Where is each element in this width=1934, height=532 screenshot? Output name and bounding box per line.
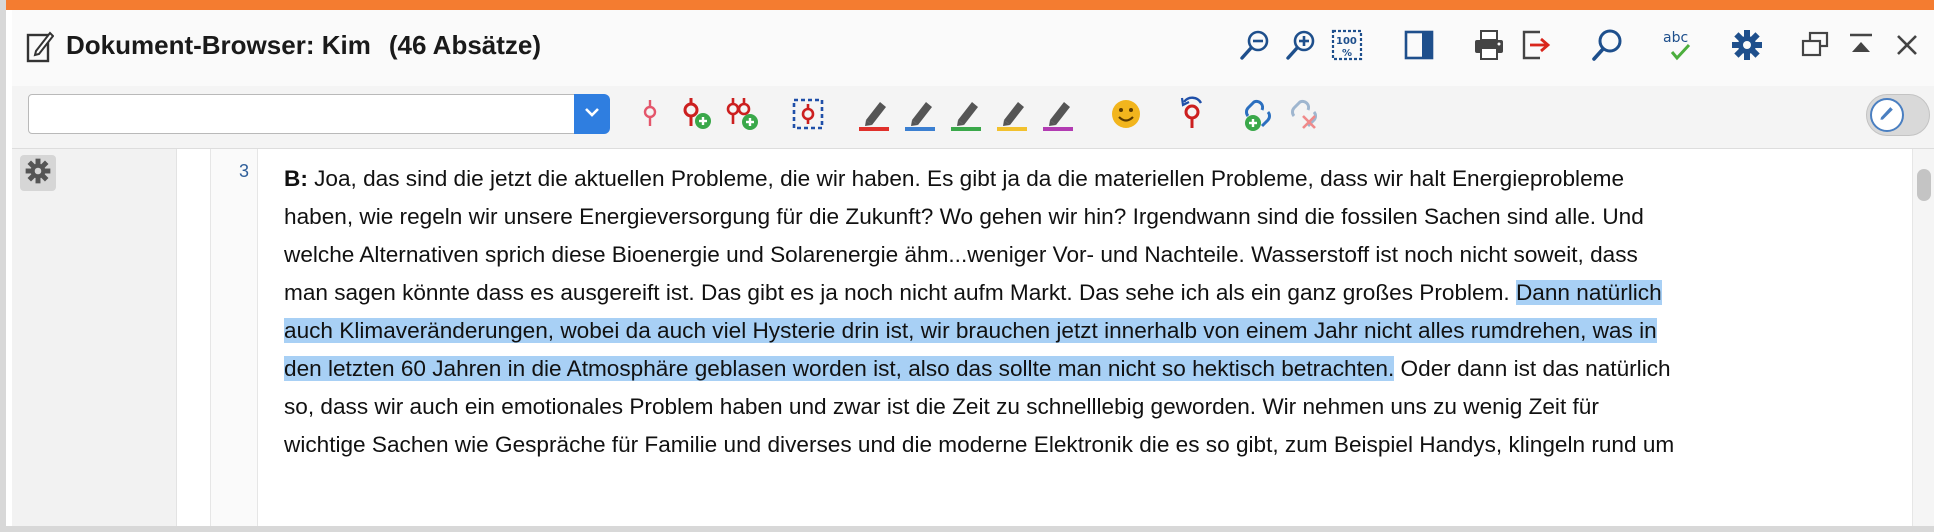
highlight-red-button[interactable]: [854, 96, 894, 136]
highlight-red-icon: [856, 96, 892, 137]
collapse-up-icon: [1844, 28, 1878, 67]
highlighted-segment: Dann natürlich: [1515, 280, 1662, 305]
text-line: so, dass wir auch ein emotionales Proble…: [284, 388, 1890, 426]
text-line: auch Klimaveränderungen, wobei da auch v…: [284, 312, 1890, 350]
paragraph-number-column: 3: [210, 149, 258, 526]
add-link-button[interactable]: [1238, 96, 1278, 136]
coding-toolbar: [12, 86, 1934, 149]
zoom-100-button[interactable]: 100%: [1324, 24, 1370, 70]
title-bar: Dokument-Browser: Kim (46 Absätze) 100% a…: [12, 10, 1934, 87]
print-button[interactable]: [1466, 24, 1512, 70]
zoom-in-icon: [1284, 28, 1318, 67]
text-segment: Joa, das sind die jetzt die aktuellen Pr…: [307, 166, 1625, 191]
remove-link-icon: [1286, 96, 1322, 137]
export-icon: [1518, 28, 1552, 67]
remove-link-button[interactable]: [1284, 96, 1324, 136]
export-button[interactable]: [1512, 24, 1558, 70]
code-stripe-area: [12, 149, 177, 526]
zoom-out-button[interactable]: [1232, 24, 1278, 70]
recent-code-button[interactable]: [1172, 96, 1212, 136]
code-dropdown-button[interactable]: [574, 94, 610, 134]
zoom-100-icon: 100%: [1330, 28, 1364, 67]
add-link-icon: [1240, 96, 1276, 137]
close-icon: [1890, 28, 1924, 67]
window-accent-bar: [6, 0, 1934, 10]
text-segment: wichtige Sachen wie Gespräche für Famili…: [284, 432, 1675, 457]
close-button[interactable]: [1884, 24, 1930, 70]
emoticon-icon: [1108, 96, 1144, 137]
undock-button[interactable]: [1792, 24, 1838, 70]
chevron-down-icon: [582, 102, 602, 127]
recent-code-icon: [1174, 96, 1210, 137]
highlight-yellow-button[interactable]: [992, 96, 1032, 136]
panel-toggle-icon: [1402, 28, 1436, 67]
pencil-icon: [1877, 103, 1897, 128]
add-code-icon: [678, 96, 714, 137]
speaker-label: B:: [284, 166, 308, 191]
emoticon-button[interactable]: [1106, 96, 1146, 136]
svg-text:100: 100: [1336, 36, 1357, 47]
text-line: B: Joa, das sind die jetzt die aktuellen…: [284, 160, 1890, 198]
scrollbar-thumb[interactable]: [1917, 169, 1931, 201]
code-selection-icon: [790, 96, 826, 137]
document-content: 3 B: Joa, das sind die jetzt die aktuell…: [12, 149, 1934, 526]
text-line: den letzten 60 Jahren in die Atmosphäre …: [284, 350, 1890, 388]
search-icon: [1590, 28, 1624, 67]
paragraph-number: 3: [238, 161, 249, 181]
text-segment: haben, wie regeln wir unsere Energievers…: [284, 204, 1644, 229]
window-frame: Dokument-Browser: Kim (46 Absätze) 100% a…: [0, 0, 1934, 532]
gear-icon: [24, 157, 52, 190]
spellcheck-icon-label: abc: [1663, 30, 1688, 46]
code-search-input[interactable]: [28, 94, 576, 134]
highlight-purple-icon: [1040, 96, 1076, 137]
spellcheck-icon: abc: [1662, 28, 1696, 67]
text-segment: Oder dann ist das natürlich: [1394, 356, 1671, 381]
zoom-in-button[interactable]: [1278, 24, 1324, 70]
highlight-blue-icon: [902, 96, 938, 137]
code-marker-button[interactable]: [630, 96, 670, 136]
code-marker-icon: [632, 96, 668, 137]
highlight-green-icon: [948, 96, 984, 137]
vertical-scrollbar[interactable]: [1912, 149, 1934, 526]
document-name: Dokument-Browser: Kim: [66, 30, 371, 60]
paragraph-count: (46 Absätze): [388, 30, 542, 60]
highlighted-segment: den letzten 60 Jahren in die Atmosphäre …: [284, 356, 1395, 381]
highlight-yellow-icon: [994, 96, 1030, 137]
add-multiple-codes-button[interactable]: [722, 96, 762, 136]
paragraph-text[interactable]: B: Joa, das sind die jetzt die aktuellen…: [284, 160, 1890, 464]
spellcheck-button[interactable]: abc: [1656, 24, 1702, 70]
window-title: Dokument-Browser: Kim (46 Absätze): [66, 30, 541, 61]
text-line: man sagen könnte dass es ausgereift ist.…: [284, 274, 1890, 312]
text-line: haben, wie regeln wir unsere Energievers…: [284, 198, 1890, 236]
edit-mode-toggle[interactable]: [1866, 94, 1930, 136]
svg-text:%: %: [1342, 48, 1352, 59]
highlighted-segment: auch Klimaveränderungen, wobei da auch v…: [284, 318, 1657, 343]
highlight-blue-button[interactable]: [900, 96, 940, 136]
toggle-knob: [1870, 98, 1904, 132]
highlight-green-button[interactable]: [946, 96, 986, 136]
text-segment: man sagen könnte dass es ausgereift ist.…: [284, 280, 1516, 305]
add-code-button[interactable]: [676, 96, 716, 136]
add-multiple-codes-icon: [724, 96, 760, 137]
zoom-out-icon: [1238, 28, 1272, 67]
text-segment: so, dass wir auch ein emotionales Proble…: [284, 394, 1599, 419]
document-edit-icon: [26, 29, 55, 63]
panel-toggle-button[interactable]: [1396, 24, 1442, 70]
text-segment: welche Alternativen sprich diese Bioener…: [284, 242, 1638, 267]
print-icon: [1472, 28, 1506, 67]
code-selection-button[interactable]: [788, 96, 828, 136]
highlight-purple-button[interactable]: [1038, 96, 1078, 136]
code-stripe-settings-button[interactable]: [20, 155, 56, 191]
undock-window-icon: [1798, 28, 1832, 67]
text-line: wichtige Sachen wie Gespräche für Famili…: [284, 426, 1890, 464]
settings-button[interactable]: [1724, 24, 1770, 70]
text-line: welche Alternativen sprich diese Bioener…: [284, 236, 1890, 274]
settings-gear-icon: [1730, 28, 1764, 67]
search-button[interactable]: [1584, 24, 1630, 70]
collapse-button[interactable]: [1838, 24, 1884, 70]
